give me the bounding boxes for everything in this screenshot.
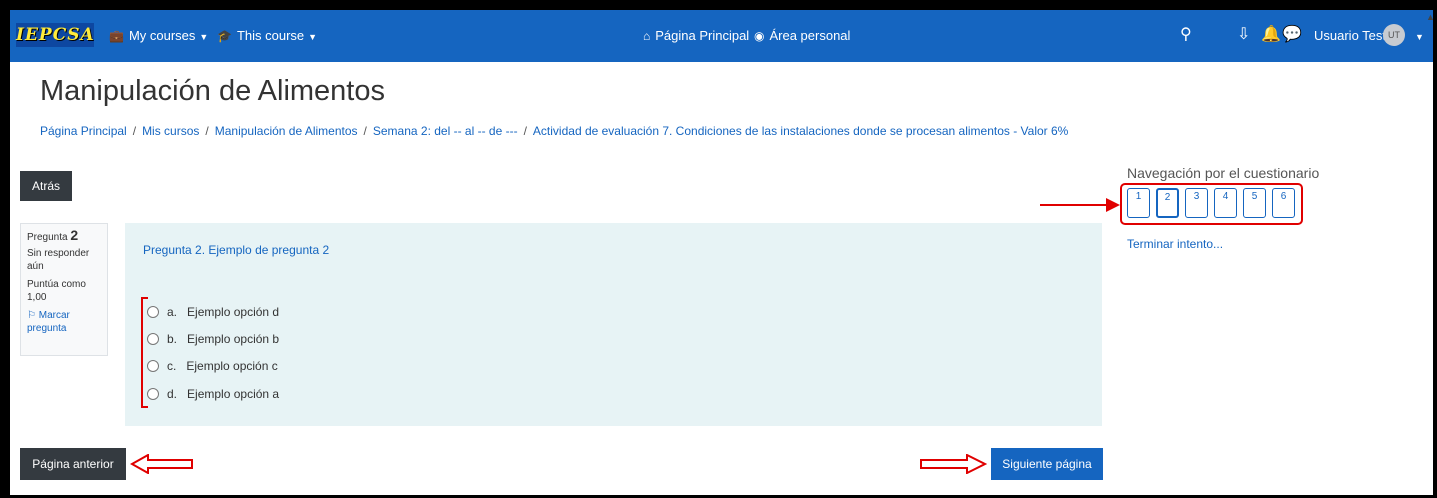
flag-icon: ⚐ [27,310,36,321]
question-status: Sin responder aún [27,248,90,272]
quiz-nav-question-1[interactable]: 1 [1127,188,1150,218]
quiz-nav-question-3[interactable]: 3 [1185,188,1208,218]
this-course-menu[interactable]: 🎓 This course ▼ [217,28,317,43]
next-page-button[interactable]: Siguiente página [991,448,1103,480]
quiz-navigation-heading: Navegación por el cuestionario [1127,165,1320,181]
dashboard-icon: ◉ [754,29,765,43]
top-navbar: IEPCSA 💼 My courses ▼ 🎓 This course ▼ ⌂ Págin… [10,10,1433,62]
dashboard-link[interactable]: ◉ Área personal [754,28,850,43]
option-letter: c. [167,359,177,373]
home-icon: ⌂ [643,29,651,43]
briefcase-icon: 💼 [109,29,124,43]
question-label: Pregunta [27,232,68,243]
score-label: Puntúa como [27,279,86,290]
breadcrumb: Página Principal / Mis cursos / Manipulación… [40,124,1068,138]
avatar[interactable]: UT [1383,24,1405,46]
screenshot-border-right [1433,0,1437,498]
page-title: Manipulación de Alimentos [40,75,385,107]
breadcrumb-my-courses[interactable]: Mis cursos [142,124,199,138]
user-name[interactable]: Usuario Test [1314,28,1386,43]
answer-option-a[interactable]: a. Ejemplo opción d [147,305,279,319]
question-text: Pregunta 2. Ejemplo de pregunta 2 [143,243,330,257]
annotation-arrow [1040,204,1108,206]
scrollbar-up-arrow-icon[interactable]: ▲ [1426,12,1435,22]
bell-icon[interactable]: 🔔 [1261,24,1281,44]
question-number-value: 2 [70,227,79,243]
graduation-cap-icon: 🎓 [217,29,232,43]
breadcrumb-activity[interactable]: Actividad de evaluación 7. Condiciones d… [533,124,1068,138]
breadcrumb-separator: / [205,124,209,138]
question-number: Pregunta 2 [27,227,101,244]
question-content: Pregunta 2. Ejemplo de pregunta 2 a. Eje… [125,223,1102,426]
breadcrumb-course[interactable]: Manipulación de Alimentos [215,124,358,138]
quiz-nav-question-4[interactable]: 4 [1214,188,1237,218]
finish-attempt-link[interactable]: Terminar intento... [1127,237,1223,251]
annotation-arrow-left [130,454,193,474]
option-letter: d. [167,387,178,401]
option-letter: b. [167,332,178,346]
score-value: 1,00 [27,292,47,303]
annotation-arrow-right [920,454,987,474]
option-text: Ejemplo opción d [187,305,280,319]
chat-icon[interactable]: 💬 [1282,24,1302,44]
option-letter: a. [167,305,178,319]
user-menu-chevron-icon[interactable]: ▼ [1411,28,1424,43]
radio-button[interactable] [147,387,159,400]
this-course-label: This course [236,28,305,43]
breadcrumb-separator: / [363,124,367,138]
screenshot-border-left [0,0,10,498]
chevron-down-icon: ▼ [308,32,318,42]
quiz-nav-question-2[interactable]: 2 [1156,188,1179,218]
home-link[interactable]: ⌂ Página Principal [643,28,749,43]
download-icon[interactable]: ⇩ [1237,24,1250,44]
chevron-down-icon: ▼ [199,32,209,42]
answer-option-c[interactable]: c. Ejemplo opción c [147,359,278,373]
breadcrumb-week[interactable]: Semana 2: del -- al -- de --- [373,124,518,138]
radio-button[interactable] [147,359,159,372]
annotation-arrow-head [1106,198,1120,212]
back-button[interactable]: Atrás [20,171,72,201]
screenshot-border-top [0,0,1437,10]
search-icon[interactable]: ⚲ [1180,24,1192,44]
radio-button[interactable] [147,332,159,345]
home-label: Página Principal [655,28,750,43]
breadcrumb-separator: / [523,124,527,138]
quiz-nav-question-5[interactable]: 5 [1243,188,1266,218]
my-courses-menu[interactable]: 💼 My courses ▼ [109,28,208,43]
site-logo[interactable]: IEPCSA [16,23,94,47]
quiz-nav-question-6[interactable]: 6 [1272,188,1295,218]
breadcrumb-separator: / [132,124,137,138]
my-courses-label: My courses [128,28,196,43]
flag-question-button[interactable]: ⚐ Marcar pregunta [27,309,101,335]
radio-button[interactable] [147,305,159,318]
answer-option-d[interactable]: d. Ejemplo opción a [147,387,279,401]
annotation-bracket [141,297,148,408]
previous-page-button[interactable]: Página anterior [20,448,126,480]
option-text: Ejemplo opción c [186,359,278,373]
answer-option-b[interactable]: b. Ejemplo opción b [147,332,279,346]
dashboard-label: Área personal [769,28,851,43]
breadcrumb-home[interactable]: Página Principal [40,124,127,138]
option-text: Ejemplo opción a [187,387,280,401]
option-text: Ejemplo opción b [187,332,280,346]
question-info-panel: Pregunta 2 Sin responder aún Puntúa como… [20,223,108,356]
